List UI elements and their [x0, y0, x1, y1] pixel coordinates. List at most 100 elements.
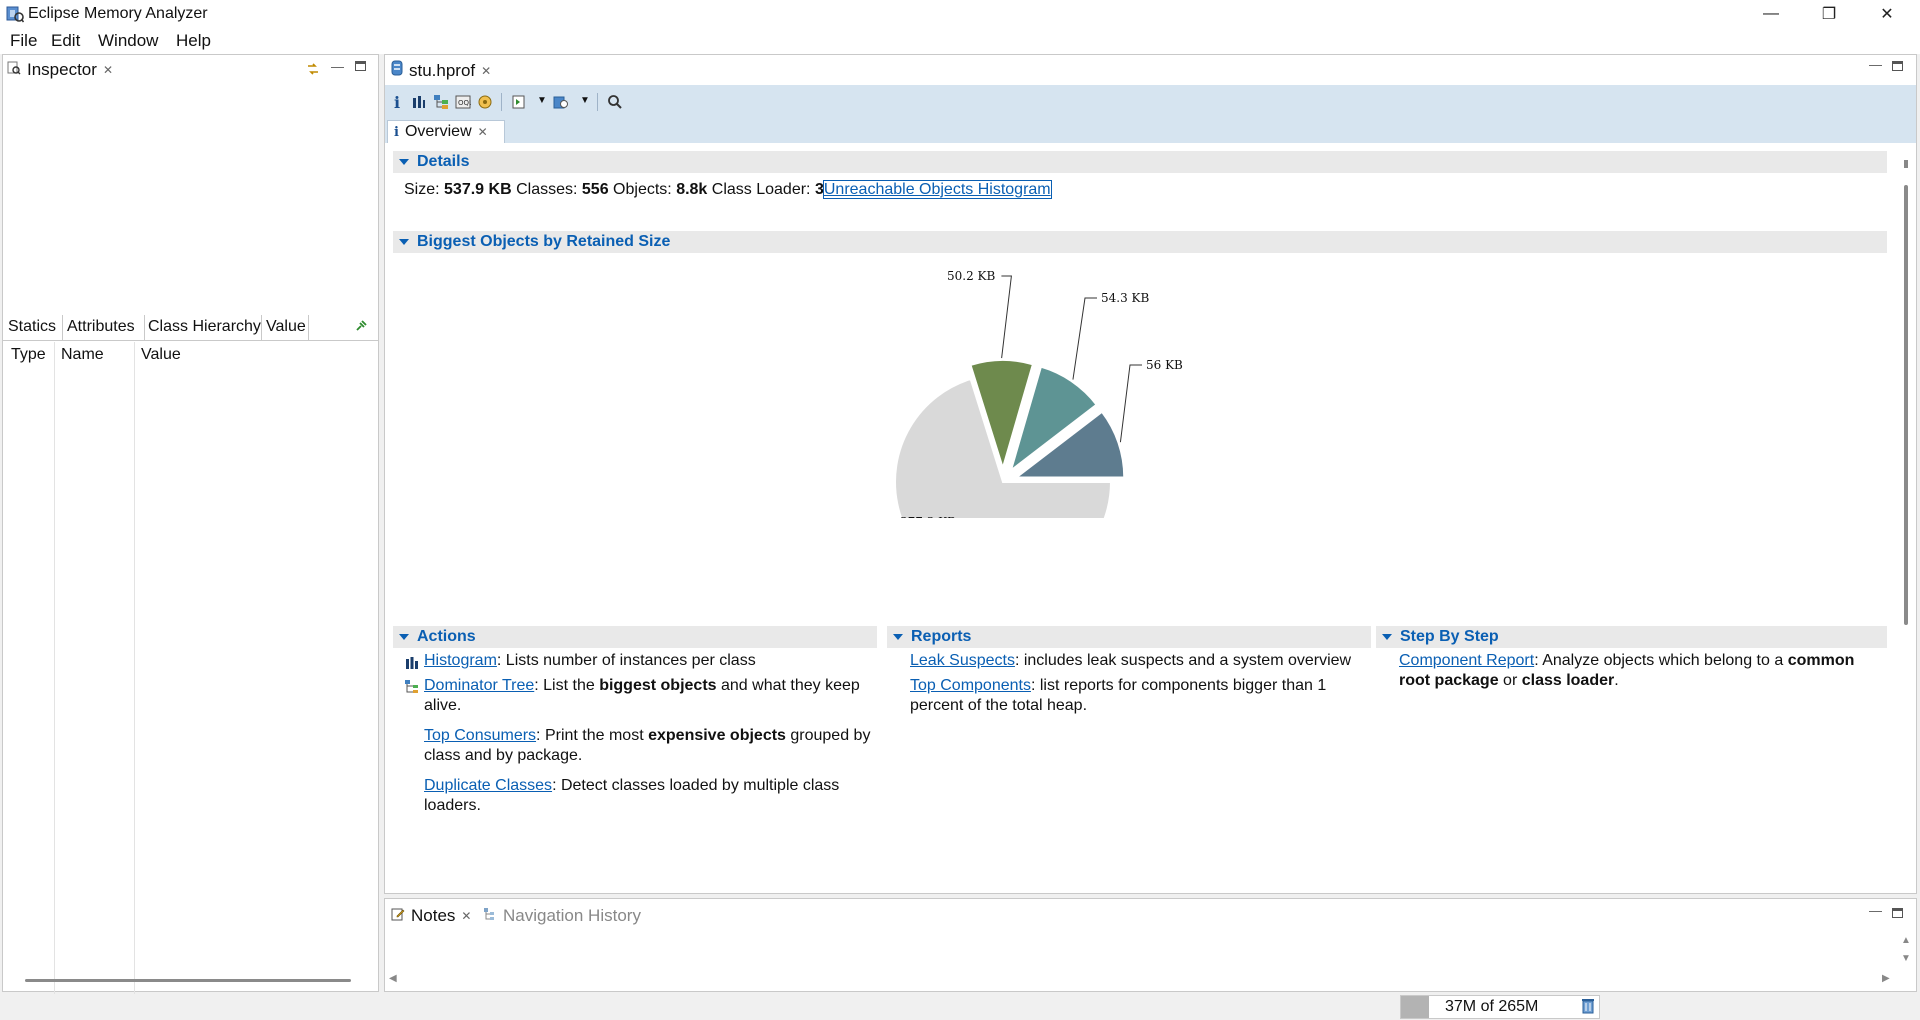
chevron-down-icon[interactable]: ▼	[580, 95, 590, 106]
minimize-view-icon[interactable]: —	[331, 59, 344, 74]
subtab-divider	[261, 315, 262, 341]
subtab-value[interactable]: Value	[266, 318, 306, 336]
heap-usage-bar	[1401, 996, 1429, 1018]
duplicate-classes-link[interactable]: Duplicate Classes	[424, 777, 552, 794]
details-section-header[interactable]: Details	[393, 151, 1887, 173]
tab-overview[interactable]: i Overview ✕	[387, 120, 505, 143]
action-top-consumers: Top Consumers: Print the most expensive …	[424, 726, 874, 766]
size-label: Size:	[404, 181, 440, 198]
collapse-icon	[399, 634, 409, 640]
subtab-divider	[144, 315, 145, 341]
subtab-class-hierarchy[interactable]: Class Hierarchy	[148, 318, 261, 336]
menu-file[interactable]: File	[10, 31, 37, 51]
step-description: or	[1498, 672, 1522, 689]
query-browser-icon[interactable]	[551, 92, 571, 112]
oql-icon[interactable]: OQL	[453, 92, 473, 112]
column-divider	[134, 342, 135, 1020]
subtab-divider	[308, 315, 309, 341]
biggest-objects-section-header[interactable]: Biggest Objects by Retained Size	[393, 231, 1887, 253]
maximize-view-icon[interactable]	[1892, 908, 1903, 918]
run-report-icon[interactable]	[509, 92, 529, 112]
vertical-scrollbar[interactable]	[1901, 155, 1911, 885]
histogram-link[interactable]: Histogram	[424, 652, 497, 669]
garbage-collect-icon[interactable]	[1582, 998, 1594, 1019]
pie-slice-label: 56 KB	[1146, 358, 1183, 372]
pie-leader-line	[1072, 297, 1097, 380]
close-icon[interactable]: ✕	[461, 909, 471, 923]
close-icon[interactable]: ✕	[103, 63, 113, 77]
subtab-attributes[interactable]: Attributes	[67, 318, 135, 336]
menu-edit[interactable]: Edit	[51, 31, 80, 51]
histogram-icon[interactable]	[409, 92, 429, 112]
menu-help[interactable]: Help	[176, 31, 211, 51]
component-report-link[interactable]: Component Report	[1399, 652, 1534, 669]
tab-stu-hprof[interactable]: stu.hprof ✕	[391, 60, 491, 81]
dominator-tree-icon[interactable]	[431, 92, 451, 112]
file-tab-label: stu.hprof	[409, 60, 476, 80]
close-icon[interactable]: ✕	[481, 64, 491, 78]
overview-tab-label: Overview	[404, 123, 472, 140]
collapse-icon	[1382, 634, 1392, 640]
pin-icon[interactable]	[355, 319, 367, 337]
scroll-up-arrow[interactable]: ▲	[1901, 935, 1911, 946]
tab-navigation-history[interactable]: Navigation History	[483, 906, 641, 926]
tab-notes[interactable]: Notes ✕	[391, 906, 471, 926]
actions-section-header[interactable]: Actions	[393, 626, 877, 648]
info-icon: i	[394, 124, 399, 140]
minimize-view-icon[interactable]: —	[1869, 57, 1882, 72]
column-value[interactable]: Value	[141, 346, 181, 364]
restore-button[interactable]: ❐	[1800, 0, 1858, 28]
scroll-right-arrow[interactable]: ▶	[1882, 973, 1890, 984]
pie-slice-label: 50.2 KB	[947, 269, 995, 283]
class-loader-label: Class Loader:	[711, 181, 811, 198]
pie-slice-label: 54.3 KB	[1101, 291, 1149, 305]
action-emphasis: biggest objects	[599, 677, 717, 694]
close-window-button[interactable]: ✕	[1858, 0, 1916, 28]
chevron-down-icon[interactable]: ▼	[537, 95, 547, 106]
scrollbar-thumb[interactable]	[1904, 185, 1908, 625]
step-by-step-title: Step By Step	[1400, 628, 1499, 645]
overview-info-icon[interactable]: i	[387, 92, 407, 112]
top-components-link[interactable]: Top Components	[910, 677, 1031, 694]
tab-inspector[interactable]: Inspector ✕	[7, 60, 113, 80]
dominator-tree-link[interactable]: Dominator Tree	[424, 677, 534, 694]
details-summary: Size: 537.9 KB Classes: 556 Objects: 8.8…	[404, 180, 1052, 199]
toolbar-separator	[501, 93, 502, 111]
maximize-view-icon[interactable]	[355, 61, 366, 71]
step-emphasis: class loader	[1521, 672, 1615, 689]
menu-window[interactable]: Window	[98, 31, 158, 51]
link-with-selection-icon[interactable]	[305, 61, 321, 82]
thread-overview-icon[interactable]	[475, 92, 495, 112]
reports-section-header[interactable]: Reports	[887, 626, 1371, 648]
step-description: .	[1614, 672, 1619, 689]
heap-dump-icon	[391, 60, 403, 81]
title-bar: Eclipse Memory Analyzer — ❐ ✕	[0, 0, 1920, 28]
leak-suspects-link[interactable]: Leak Suspects	[910, 652, 1015, 669]
retained-size-pie-chart: 377.3 KB50.2 KB54.3 KB56 KBTotal: 537.9 …	[894, 269, 1183, 518]
column-name[interactable]: Name	[61, 346, 104, 364]
inspector-icon	[7, 60, 21, 80]
minimize-view-icon[interactable]: —	[1869, 903, 1882, 918]
action-description: : Lists number of instances per class	[496, 652, 756, 669]
close-icon[interactable]: ✕	[478, 125, 488, 139]
column-type[interactable]: Type	[11, 346, 46, 364]
scroll-down-arrow[interactable]: ▼	[1901, 953, 1911, 964]
statics-table: Type Name Value	[3, 342, 378, 1020]
heap-status[interactable]: 37M of 265M	[1400, 995, 1600, 1019]
step-by-step-section-header[interactable]: Step By Step	[1376, 626, 1887, 648]
inspector-panel: Inspector ✕ — Statics Attributes Class H…	[2, 54, 379, 1020]
objects-value: 8.8k	[676, 181, 708, 198]
maximize-view-icon[interactable]	[1892, 61, 1903, 71]
subtab-statics[interactable]: Statics	[8, 318, 56, 336]
unreachable-objects-histogram-link[interactable]: Unreachable Objects Histogram	[822, 180, 1052, 199]
horizontal-scrollbar[interactable]	[25, 979, 351, 982]
scroll-left-arrow[interactable]: ◀	[389, 973, 397, 984]
top-consumers-link[interactable]: Top Consumers	[424, 727, 536, 744]
scroll-up-arrow[interactable]	[1904, 160, 1908, 168]
minimize-button[interactable]: —	[1742, 0, 1800, 28]
editor-panel: stu.hprof ✕ — i OQL ▼ ▼ i Overview ✕ Det…	[384, 54, 1917, 894]
notes-text-area[interactable]	[385, 933, 1897, 991]
search-icon[interactable]	[605, 92, 625, 112]
inspector-tab-strip: Inspector ✕ —	[3, 55, 378, 85]
report-description: : includes leak suspects and a system ov…	[1014, 652, 1352, 669]
